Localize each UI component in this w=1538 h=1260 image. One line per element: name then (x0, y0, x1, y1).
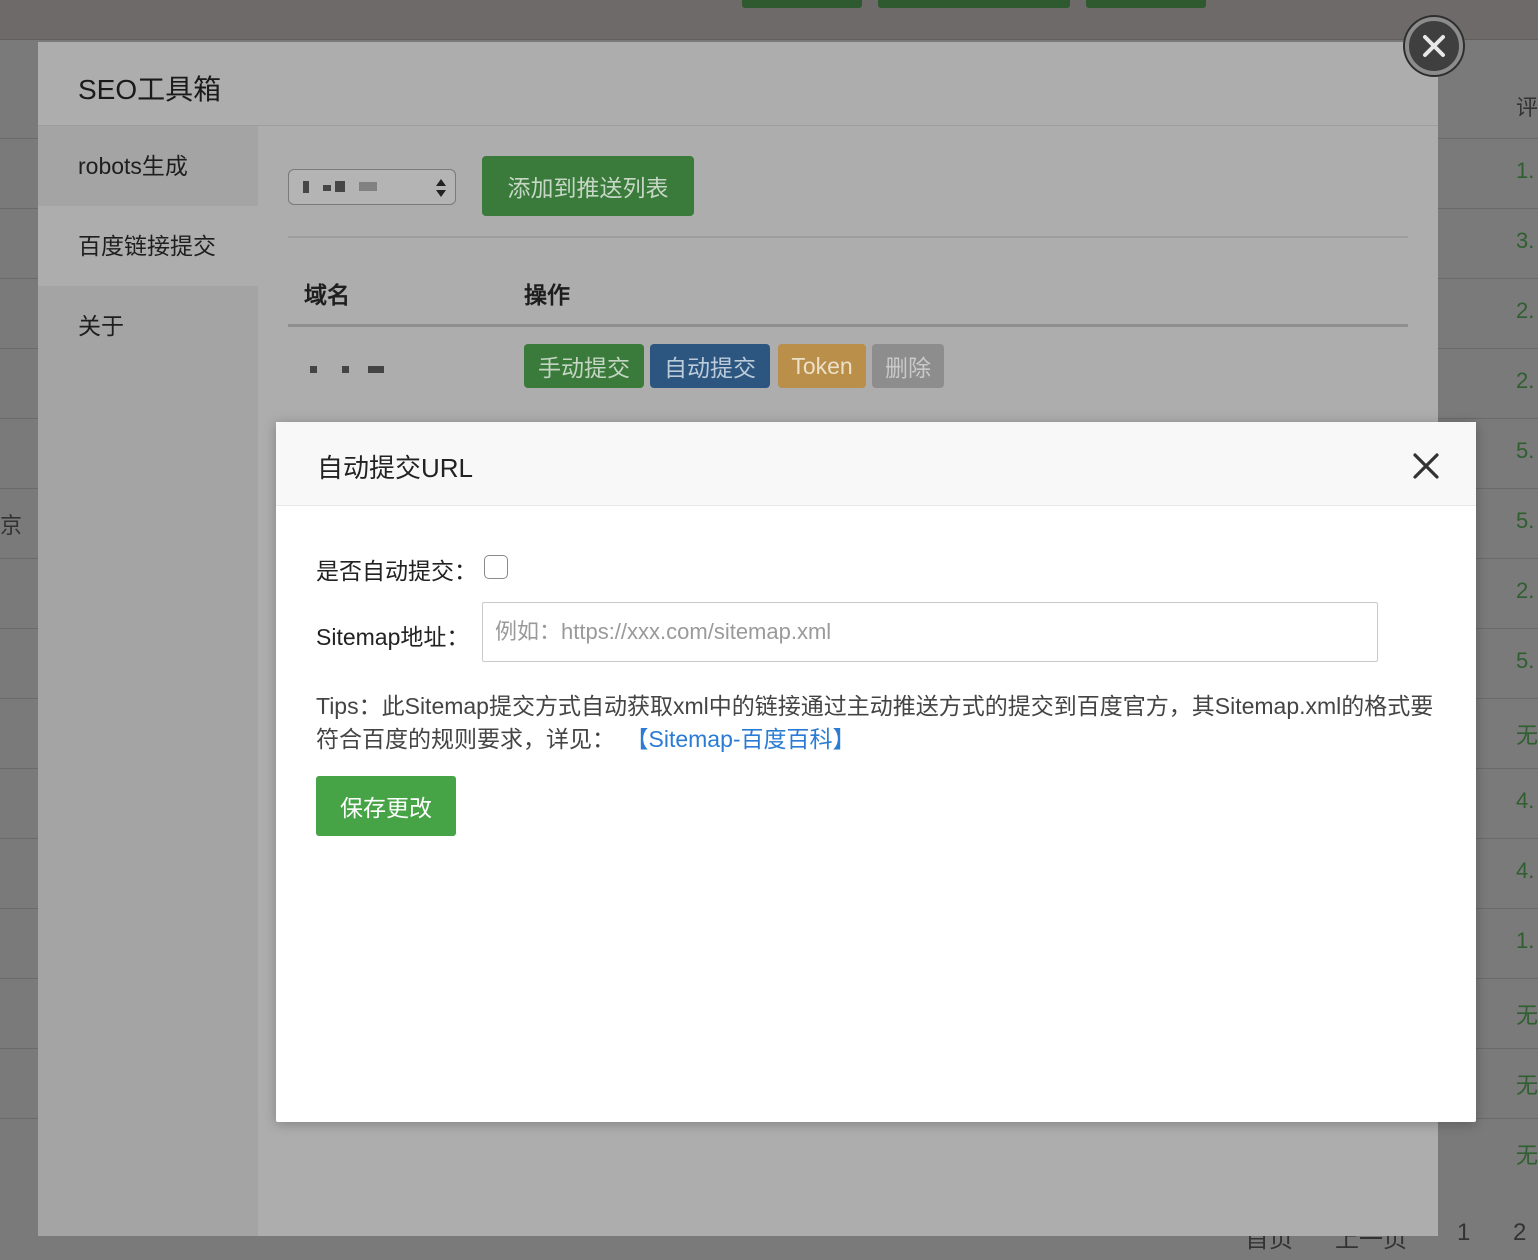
background-table-cell: 2. (1516, 368, 1535, 393)
background-table-cell: 无 (1516, 1003, 1538, 1028)
background-table-cell: 3. (1516, 228, 1535, 253)
blurred-domain (310, 362, 400, 376)
select-arrows-icon (436, 179, 446, 197)
background-top-bar (0, 0, 1538, 40)
add-to-push-list-button[interactable]: 添加到推送列表 (482, 156, 694, 216)
background-table-cell: 5. (1516, 648, 1535, 673)
background-table-cell: 无 (1516, 1073, 1538, 1098)
sitemap-baike-link[interactable]: 【Sitemap-百度百科】 (637, 726, 856, 752)
site-select[interactable] (288, 169, 456, 205)
manual-submit-button[interactable]: 手动提交 (524, 344, 644, 388)
seo-toolbox-sidebar: robots生成 百度链接提交 关于 (38, 126, 258, 1236)
background-column-header: 评 (1516, 95, 1538, 120)
column-header-actions: 操作 (524, 282, 570, 308)
pager-page-2: 2 (1513, 1219, 1527, 1246)
seo-toolbox-title: SEO工具箱 (78, 74, 222, 105)
close-dialog-icon[interactable] (1410, 450, 1442, 482)
background-table-cell: 2. (1516, 578, 1535, 603)
background-table-cell: 4. (1516, 788, 1535, 813)
sidebar-item-robots[interactable]: robots生成 (38, 126, 258, 206)
background-table-cell: 1. (1516, 158, 1535, 183)
auto-submit-checkbox[interactable] (484, 555, 508, 579)
tips-body: Tips：此Sitemap提交方式自动获取xml中的链接通过主动推送方式的提交到… (316, 693, 1434, 752)
background-text-fragment: 京 (0, 513, 23, 538)
background-table-cell: 5. (1516, 438, 1535, 463)
sitemap-label: Sitemap地址： (316, 624, 470, 650)
background-table-cell: 4. (1516, 858, 1535, 883)
auto-submit-label: 是否自动提交： (316, 558, 477, 584)
sidebar-item-about[interactable]: 关于 (38, 286, 258, 366)
dialog-header: 自动提交URL (276, 422, 1476, 506)
background-table-cell: 5. (1516, 508, 1535, 533)
divider (288, 236, 1408, 238)
background-top-button (878, 0, 1070, 8)
column-header-domain: 域名 (304, 282, 350, 308)
background-table-cell: 2. (1516, 298, 1535, 323)
table-header-divider (288, 324, 1408, 327)
auto-submit-button[interactable]: 自动提交 (650, 344, 770, 388)
auto-submit-dialog: 自动提交URL 是否自动提交： Sitemap地址： Tips：此Sitemap… (276, 422, 1476, 1122)
close-icon (1423, 35, 1445, 57)
tips-text: Tips：此Sitemap提交方式自动获取xml中的链接通过主动推送方式的提交到… (316, 690, 1441, 756)
blurred-site-name (303, 180, 403, 194)
sidebar-item-baidu-submit[interactable]: 百度链接提交 (38, 206, 258, 286)
background-top-button (1086, 0, 1206, 8)
background-table-cell: 1. (1516, 928, 1535, 953)
delete-button[interactable]: 删除 (872, 344, 944, 388)
pager-page-1: 1 (1457, 1219, 1471, 1246)
background-top-button (742, 0, 862, 8)
close-toolbox-button[interactable] (1405, 17, 1463, 75)
sitemap-url-input[interactable] (482, 602, 1378, 662)
token-button[interactable]: Token (778, 344, 866, 388)
save-changes-button[interactable]: 保存更改 (316, 776, 456, 836)
background-table-cell: 无 (1516, 723, 1538, 748)
background-table-cell: 无 (1516, 1143, 1538, 1168)
dialog-title: 自动提交URL (317, 453, 474, 483)
